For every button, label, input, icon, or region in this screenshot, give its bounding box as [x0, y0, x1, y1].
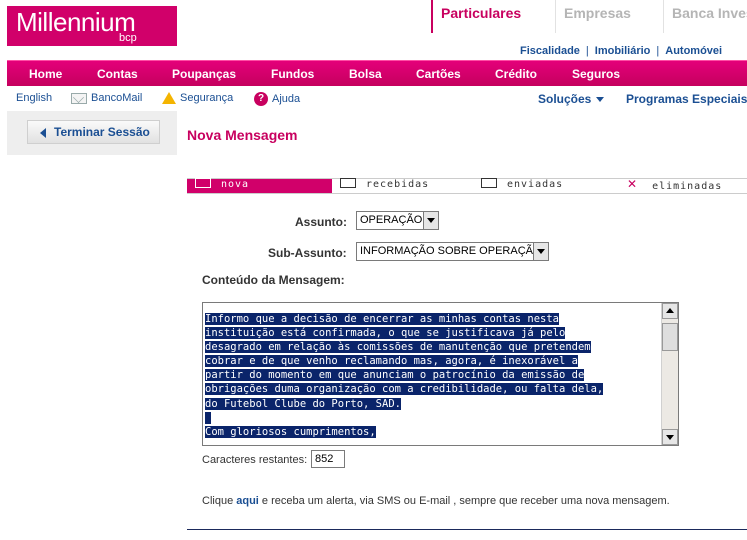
- nav-bolsa[interactable]: Bolsa: [349, 67, 382, 81]
- main-nav: Home Contas Poupanças Fundos Bolsa Cartõ…: [7, 60, 747, 86]
- subassunto-label: Sub-Assunto:: [268, 246, 347, 260]
- tab-nova-label: nova: [221, 179, 250, 190]
- logo-name: Millennium: [16, 7, 136, 37]
- message-line: Com gloriosos cumprimentos,: [205, 425, 376, 438]
- link-automovel[interactable]: Automóvei: [665, 45, 722, 57]
- seguranca-label: Segurança: [180, 92, 234, 104]
- alert-prefix: Clique: [202, 495, 237, 507]
- scroll-down-icon[interactable]: [662, 429, 678, 445]
- ajuda-label: Ajuda: [272, 92, 301, 105]
- left-panel: Terminar Sessão: [7, 111, 177, 155]
- link-seguranca[interactable]: Segurança: [162, 92, 234, 105]
- utility-links: Fiscalidade | Imobiliário | Automóvei: [520, 43, 722, 57]
- message-line: desagrado em relação às comissões de man…: [205, 341, 591, 354]
- tab-eliminadas[interactable]: ✕ eliminadas: [619, 177, 723, 193]
- chevron-down-icon: [596, 97, 605, 103]
- page-title: Nova Mensagem: [187, 127, 298, 143]
- divider: [187, 529, 747, 530]
- message-line: do Futebol Clube do Porto, SAD.: [205, 397, 401, 410]
- nav-contas[interactable]: Contas: [97, 67, 138, 81]
- end-session-label: Terminar Sessão: [54, 125, 150, 139]
- millennium-logo[interactable]: Millennium bcp: [7, 6, 177, 46]
- compose-icon: [195, 178, 211, 188]
- link-programas-especiais[interactable]: Programas Especiais: [626, 92, 747, 106]
- message-text: Informo que a decisão de encerrar as min…: [205, 312, 661, 439]
- delete-icon: ✕: [627, 177, 639, 191]
- tab-empresas[interactable]: Empresas: [555, 0, 663, 33]
- nav-cartoes[interactable]: Cartões: [416, 67, 461, 81]
- remaining-label: Caracteres restantes:: [202, 454, 308, 466]
- tab-eliminadas-label: eliminadas: [652, 181, 723, 192]
- nav-seguros[interactable]: Seguros: [572, 67, 620, 81]
- mail-icon: [71, 92, 87, 104]
- chevron-down-icon: [423, 212, 438, 229]
- warning-icon: [162, 92, 176, 105]
- chevron-down-icon: [533, 243, 548, 260]
- alert-link[interactable]: aqui: [236, 495, 259, 507]
- end-session-button[interactable]: Terminar Sessão: [27, 120, 160, 144]
- nav-credito[interactable]: Crédito: [495, 67, 537, 81]
- link-fiscalidade[interactable]: Fiscalidade: [520, 45, 580, 57]
- subassunto-value: INFORMAÇÃO SOBRE OPERAÇÃO: [360, 245, 542, 257]
- message-line: Informo que a decisão de encerrar as min…: [205, 313, 560, 325]
- message-line: obrigações duma organização com a credib…: [205, 383, 604, 396]
- subassunto-select[interactable]: INFORMAÇÃO SOBRE OPERAÇÃO: [356, 242, 549, 261]
- nav-fundos[interactable]: Fundos: [271, 67, 314, 81]
- outbox-icon: [481, 178, 497, 188]
- alert-suffix: e receba um alerta, via SMS ou E-mail , …: [258, 495, 670, 507]
- arrow-left-icon: [40, 128, 46, 138]
- content-label: Conteúdo da Mensagem:: [202, 273, 345, 287]
- link-imobiliario[interactable]: Imobiliário: [595, 45, 651, 57]
- nav-home[interactable]: Home: [29, 67, 62, 81]
- tab-banca-investimento[interactable]: Banca Invest: [663, 0, 747, 33]
- message-line: partir do momento em que anunciam o patr…: [205, 369, 585, 382]
- nav-poupancas[interactable]: Poupanças: [172, 67, 236, 81]
- secondary-bar: English BancoMail Segurança ? Ajuda Soluç…: [7, 87, 747, 110]
- solucoes-dropdown[interactable]: Soluções: [538, 92, 605, 106]
- tab-recebidas[interactable]: recebidas: [332, 178, 430, 193]
- inbox-icon: [340, 178, 356, 188]
- link-ajuda[interactable]: ? Ajuda: [254, 92, 300, 106]
- message-textarea[interactable]: Informo que a decisão de encerrar as min…: [202, 302, 679, 446]
- separator: |: [585, 45, 589, 57]
- solucoes-label: Soluções: [538, 92, 592, 106]
- tab-enviadas[interactable]: enviadas: [473, 178, 564, 193]
- assunto-value: OPERAÇÃO: [360, 214, 423, 226]
- scroll-up-icon[interactable]: [662, 303, 678, 319]
- assunto-label: Assunto:: [295, 215, 347, 229]
- message-line: instituição está confirmada, o que se ju…: [205, 327, 566, 340]
- separator: |: [656, 45, 660, 57]
- link-bancomail[interactable]: BancoMail: [71, 92, 142, 104]
- bancomail-label: BancoMail: [91, 92, 143, 104]
- remaining-count-field: 852: [311, 450, 345, 468]
- tab-nova[interactable]: nova: [187, 178, 332, 193]
- textarea-scrollbar[interactable]: [661, 303, 678, 445]
- scroll-thumb[interactable]: [662, 323, 678, 351]
- tab-enviadas-label: enviadas: [507, 179, 564, 190]
- message-line: cobrar e de que venho reclamando mas, ag…: [205, 355, 578, 368]
- assunto-select[interactable]: OPERAÇÃO: [356, 211, 439, 230]
- alert-line: Clique aqui e receba um alerta, via SMS …: [202, 495, 670, 507]
- tab-recebidas-label: recebidas: [366, 179, 430, 190]
- message-line: [205, 411, 212, 424]
- logo-sub: bcp: [119, 32, 137, 44]
- segment-tabs: Particulares Empresas Banca Invest: [431, 0, 747, 33]
- link-english[interactable]: English: [16, 92, 52, 104]
- help-icon: ?: [254, 92, 268, 106]
- message-tabs: nova recebidas enviadas ✕ eliminadas: [187, 177, 747, 194]
- tab-particulares[interactable]: Particulares: [431, 0, 555, 33]
